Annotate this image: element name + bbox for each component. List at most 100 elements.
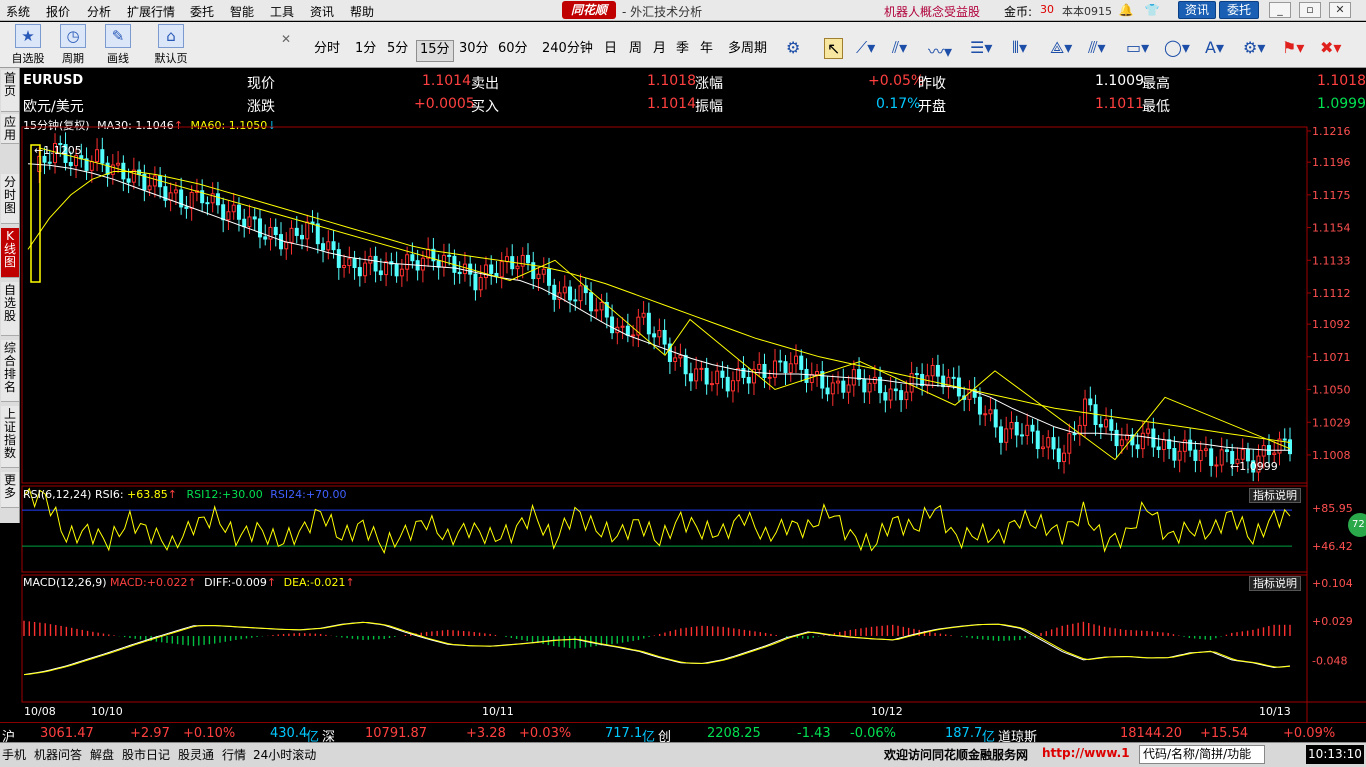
rsi24-value: +70.00 xyxy=(305,488,347,501)
candle-body xyxy=(1104,419,1109,428)
candle-body xyxy=(1067,433,1072,454)
candle-body xyxy=(263,236,268,240)
candle-body xyxy=(709,383,714,386)
candle-body xyxy=(930,364,935,377)
candle-body xyxy=(336,249,341,268)
candle-body xyxy=(673,357,678,362)
candle-body xyxy=(342,265,347,268)
rsi12-label: RSI12: xyxy=(186,488,223,501)
candle-body xyxy=(788,363,793,374)
price-tick-label: 1.1154 xyxy=(1312,222,1351,235)
status-market[interactable]: 行情 xyxy=(222,746,246,763)
welcome-text: 欢迎访问同花顺金融服务网 xyxy=(884,748,1029,762)
candle-body xyxy=(236,204,241,220)
candle-body xyxy=(300,234,305,240)
index-ticker: 沪 3061.47 +2.97 +0.10% 430.4 亿 深 10791.87… xyxy=(0,722,1366,745)
candle-body xyxy=(221,204,226,221)
candle-body xyxy=(489,264,494,274)
candle-body xyxy=(725,376,730,392)
candle-body xyxy=(525,254,530,264)
candle-body xyxy=(1062,452,1067,463)
candle-body xyxy=(652,333,657,338)
candle-body xyxy=(462,263,467,275)
rsi-tick-label: +46.42 xyxy=(1312,540,1353,553)
search-input[interactable]: 代码/名称/简拼/功能 xyxy=(1139,745,1265,764)
diff-label: DIFF: xyxy=(204,576,232,589)
candle-body xyxy=(1146,428,1151,434)
candle-body xyxy=(357,267,362,277)
time-label: 10/13 xyxy=(1259,705,1291,718)
macd-arrow: ↑ xyxy=(187,576,197,589)
rsi-help-button[interactable]: 指标说明 xyxy=(1249,488,1301,503)
candle-body xyxy=(836,380,841,384)
diff-value: -0.009 xyxy=(231,576,267,589)
candle-body xyxy=(515,265,520,270)
rsi-label: RSI(6,12,24) xyxy=(23,488,92,501)
ticker-sz-value: 10791.87 xyxy=(365,726,428,741)
candle-body xyxy=(883,392,888,401)
candle-body xyxy=(89,161,94,171)
candle-body xyxy=(1025,424,1030,436)
macd-help-button[interactable]: 指标说明 xyxy=(1249,576,1301,591)
candle-body xyxy=(126,178,131,183)
candles xyxy=(37,132,1292,482)
macd-value-label: MACD: xyxy=(110,576,147,589)
ticker-sz-change: +3.28 xyxy=(466,726,506,741)
candle-body xyxy=(215,193,220,206)
candle-body xyxy=(772,360,777,378)
price-tick-label: 1.1071 xyxy=(1312,351,1351,364)
candle-body xyxy=(589,292,594,312)
candle-body xyxy=(678,354,683,359)
candle-body xyxy=(1214,464,1219,467)
candle-body xyxy=(410,254,415,262)
status-mobile[interactable]: 手机 xyxy=(2,746,26,763)
candle-body xyxy=(473,273,478,291)
candle-body xyxy=(1041,446,1046,450)
marked-low-label: ←1.0999 xyxy=(1230,460,1278,473)
candle-body xyxy=(226,211,231,221)
candle-body xyxy=(173,189,178,194)
candle-body xyxy=(273,226,278,236)
candle-body xyxy=(804,368,809,383)
candle-body xyxy=(998,426,1003,443)
candle-body xyxy=(631,334,636,337)
kline-chart[interactable]: 1.1216 1.1196 1.1175 1.1154 1.1133 1.1112 1.10… xyxy=(0,0,1366,767)
ticker-cy-vol: 187.7 xyxy=(945,726,983,741)
welcome-url[interactable]: http://www.1 xyxy=(1042,746,1130,760)
candle-body xyxy=(620,325,625,328)
candle-body xyxy=(1219,449,1224,466)
candle-body xyxy=(1019,434,1024,437)
status-diary[interactable]: 股市日记 xyxy=(122,746,170,763)
candle-body xyxy=(436,260,441,268)
ticker-cy-pct: -0.06% xyxy=(850,726,896,741)
candle-body xyxy=(625,325,630,336)
candle-body xyxy=(1046,437,1051,448)
status-stock-alert[interactable]: 股灵通 xyxy=(178,746,214,763)
candle-body xyxy=(888,388,893,401)
diff-arrow: ↑ xyxy=(266,576,277,589)
ticker-cy-value: 2208.25 xyxy=(707,726,761,741)
candle-body xyxy=(720,370,725,378)
candle-body xyxy=(105,162,110,175)
candle-body xyxy=(363,262,368,277)
candle-body xyxy=(547,268,552,286)
candle-body xyxy=(1261,445,1266,457)
candle-body xyxy=(1030,424,1035,432)
candle-body xyxy=(520,254,525,267)
candle-body xyxy=(1193,449,1198,461)
candle-body xyxy=(993,409,998,428)
candle-body xyxy=(809,374,814,383)
rsi-badge[interactable]: 72 xyxy=(1348,513,1366,537)
status-24h-roll[interactable]: 24小时滚动 xyxy=(253,746,316,763)
candle-body xyxy=(447,254,452,257)
rsi-legend: RSI(6,12,24) RSI6: +63.85↑ RSI12:+30.00 … xyxy=(23,488,347,501)
candle-body xyxy=(867,382,872,393)
candle-body xyxy=(242,218,247,228)
candle-body xyxy=(825,387,830,395)
ticker-dj-pct: +0.09% xyxy=(1283,726,1336,741)
time-label: 10/11 xyxy=(482,705,514,718)
candle-body xyxy=(730,380,735,392)
macd-tick-label: +0.029 xyxy=(1312,615,1353,628)
status-robot-qa[interactable]: 机器问答 xyxy=(34,746,82,763)
status-analysis[interactable]: 解盘 xyxy=(90,746,114,763)
